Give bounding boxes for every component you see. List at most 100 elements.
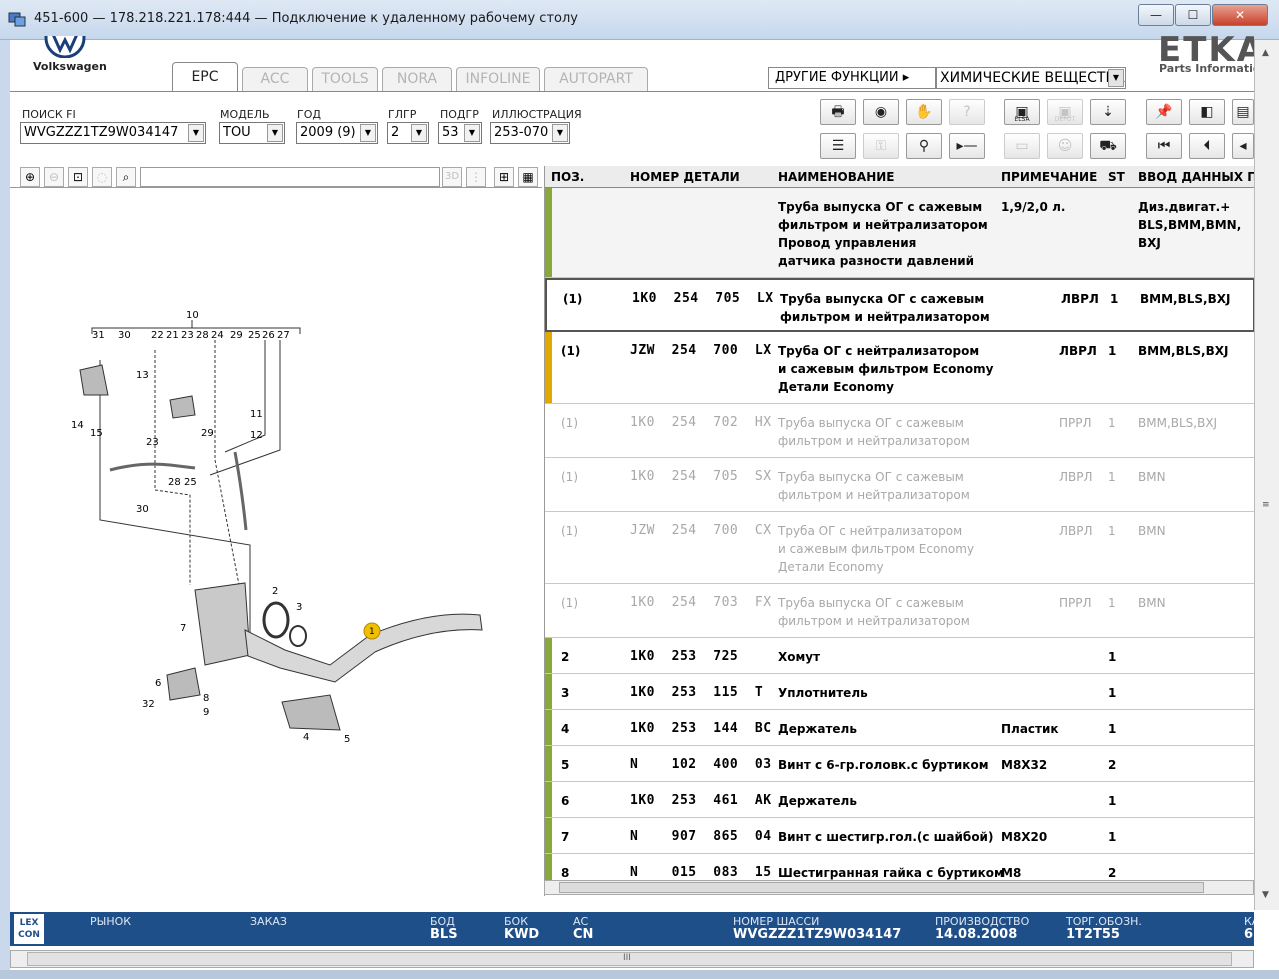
remote-desktop-icon [8, 12, 26, 27]
list-icon[interactable]: ☰ [820, 133, 856, 159]
row-status-bar [545, 332, 552, 403]
cell-name: фильтром и нейтрализатором [780, 310, 990, 324]
sub-group-select[interactable]: 53 ▼ [438, 122, 482, 144]
tab-epc[interactable]: EPC [172, 62, 238, 92]
cell-side: ЛВРЛ [1059, 344, 1097, 358]
chevron-down-icon[interactable]: ▼ [552, 124, 568, 142]
illustration-search-input[interactable] [140, 167, 440, 187]
chemicals-select[interactable]: ХИМИЧЕСКИЕ ВЕЩЕСТВА ▼ [936, 67, 1126, 89]
callout-label: 31 [92, 330, 105, 341]
table-row[interactable]: (1) 1K0 254 705 LX Труба выпуска ОГ с саже… [545, 278, 1254, 332]
chevron-down-icon[interactable]: ▼ [1108, 69, 1124, 87]
cell-part-number: N 907 865 04 [630, 829, 772, 844]
table-row[interactable]: (1) 1K0 254 702 HX Труба выпуска ОГ с саже… [545, 404, 1254, 458]
depot-button: ▣ DEPOT [1047, 99, 1083, 125]
scroll-up-icon[interactable]: ▲ [1262, 48, 1269, 58]
table-row[interactable]: (1) 1K0 254 705 SX Труба выпуска ОГ с саже… [545, 458, 1254, 512]
lexcom-logo: LEX CON [14, 914, 44, 944]
chevron-down-icon[interactable]: ▼ [267, 124, 283, 142]
model-select[interactable]: TOU ▼ [219, 122, 285, 144]
cell-name: Труба выпуска ОГ с сажевым [778, 470, 964, 484]
cart-icon[interactable]: ⛟ [1090, 133, 1126, 159]
search-icon[interactable]: ⌕ [116, 167, 136, 187]
cart-in-icon[interactable]: ⇣ [1090, 99, 1126, 125]
table-row[interactable]: 2 1K0 253 725 Хомут 1 [545, 638, 1254, 674]
cell-name: Держатель [778, 722, 857, 736]
split-view-icon[interactable]: ▦ [518, 167, 538, 187]
table-row[interactable]: 7 N 907 865 04 Винт с шестигр.гол.(с шайбо… [545, 818, 1254, 854]
handshake-icon[interactable]: ✋ [906, 99, 942, 125]
year-select[interactable]: 2009 (9) ▼ [296, 122, 378, 144]
prev-item-icon[interactable]: ◂ [1232, 133, 1254, 159]
main-group-select[interactable]: 2 ▼ [387, 122, 429, 144]
cell-name: Детали Economy [778, 560, 884, 574]
tab-nora[interactable]: NORA [382, 67, 452, 91]
print-icon[interactable]: 🖶 [820, 99, 856, 125]
zoom-in-icon[interactable]: ⊕ [20, 167, 40, 187]
tab-acc[interactable]: ACC [242, 67, 308, 91]
model-value: TOU [223, 125, 251, 140]
callout-label: 14 [71, 420, 84, 431]
search-fi-field[interactable]: WVGZZZ1TZ9W034147 ▼ [20, 122, 206, 144]
elsa-button[interactable]: ▣ ELSA [1004, 99, 1040, 125]
illustration-select[interactable]: 253-070 ▼ [490, 122, 570, 144]
scroll-thumb[interactable] [559, 882, 1204, 893]
table-row[interactable]: 3 1K0 253 115 T Уплотнитель 1 [545, 674, 1254, 710]
chevron-down-icon[interactable]: ▼ [188, 124, 204, 142]
cell-pos: 5 [561, 758, 570, 772]
minimize-button[interactable]: — [1138, 4, 1174, 26]
table-horizontal-scrollbar[interactable] [544, 880, 1254, 895]
table-row[interactable]: Труба выпуска ОГ с сажевым фильтром и ней… [545, 188, 1254, 278]
zoom-fit-icon[interactable]: ⊡ [68, 167, 88, 187]
table-row[interactable]: (1) JZW 254 700 LX Труба ОГ с нейтрализато… [545, 332, 1254, 404]
main-group-label: ГЛГР [388, 108, 417, 121]
bicycle-icon[interactable]: ⚲ [906, 133, 942, 159]
cell-part-number: JZW 254 700 CX [630, 523, 772, 538]
scroll-down-icon[interactable]: ▼ [1262, 890, 1269, 900]
tab-tools[interactable]: TOOLS [312, 67, 378, 91]
maximize-button[interactable]: ☐ [1175, 4, 1211, 26]
vertical-scrollbar[interactable]: ▲ ≡ ▼ [1254, 40, 1279, 910]
cell-st: 1 [1108, 416, 1116, 430]
cell-model-input: Диз.двигат.+ [1138, 200, 1231, 214]
first-page-icon[interactable]: ⏮ [1146, 133, 1182, 159]
scroll-grip-icon[interactable]: ≡ [1262, 500, 1270, 510]
cell-st: 1 [1108, 524, 1116, 538]
search-fi-label: ПОИСК FI [22, 108, 76, 121]
chemicals-select-value: ХИМИЧЕСКИЕ ВЕЩЕСТВА [940, 70, 1125, 86]
cell-name: Провод управления [778, 236, 917, 250]
table-row[interactable]: 5 N 102 400 03 Винт с 6-гр.головк.с буртик… [545, 746, 1254, 782]
table-row[interactable]: 6 1K0 253 461 AK Держатель 1 [545, 782, 1254, 818]
layout-icon[interactable]: ⊞ [494, 167, 514, 187]
callout-label: 30 [136, 504, 149, 515]
parts-disk-icon[interactable]: ◉ [863, 99, 899, 125]
cell-name: фильтром и нейтрализатором [778, 488, 970, 502]
bottom-horizontal-scrollbar[interactable]: III [10, 950, 1254, 968]
pin-icon[interactable]: 📌 [1146, 99, 1182, 125]
page-back-icon[interactable]: ◧ [1189, 99, 1225, 125]
other-functions-menu[interactable]: ДРУГИЕ ФУНКЦИИ ▸ [768, 67, 936, 89]
brand-name: Volkswagen [33, 60, 107, 73]
tab-autopart[interactable]: AUTOPART [544, 67, 648, 91]
tab-infoline[interactable]: INFOLINE [456, 67, 540, 91]
play-line-icon[interactable]: ▸— [949, 133, 985, 159]
callout-label: 26 [262, 330, 275, 341]
window-title: 451-600 — 178.218.221.178:444 — Подключе… [34, 11, 578, 26]
sub-group-value: 53 [442, 125, 459, 140]
cell-name: Хомут [778, 650, 821, 664]
chevron-down-icon[interactable]: ▼ [411, 124, 427, 142]
chevron-down-icon[interactable]: ▼ [464, 124, 480, 142]
table-row[interactable]: (1) JZW 254 700 CX Труба ОГ с нейтрализато… [545, 512, 1254, 584]
scroll-thumb[interactable]: III [27, 952, 1232, 966]
parts-table[interactable]: ПОЗ. НОМЕР ДЕТАЛИ НАИМЕНОВАНИЕ ПРИМЕЧАНИ… [544, 166, 1254, 896]
chevron-down-icon[interactable]: ▼ [360, 124, 376, 142]
callout-label: 32 [142, 699, 155, 710]
callout-label: 7 [180, 623, 186, 634]
parts-illustration[interactable]: 10 31 30 22 21 23 28 24 29 25 26 27 13 1… [10, 190, 542, 910]
callout-label: 29 [201, 428, 214, 439]
table-row[interactable]: (1) 1K0 254 703 FX Труба выпуска ОГ с саже… [545, 584, 1254, 638]
prev-page-icon[interactable]: ⏴ [1189, 133, 1225, 159]
notes-icon[interactable]: ▤ [1232, 99, 1254, 125]
close-button[interactable]: ✕ [1212, 4, 1268, 26]
table-row[interactable]: 4 1K0 253 144 BC Держатель Пластик 1 [545, 710, 1254, 746]
